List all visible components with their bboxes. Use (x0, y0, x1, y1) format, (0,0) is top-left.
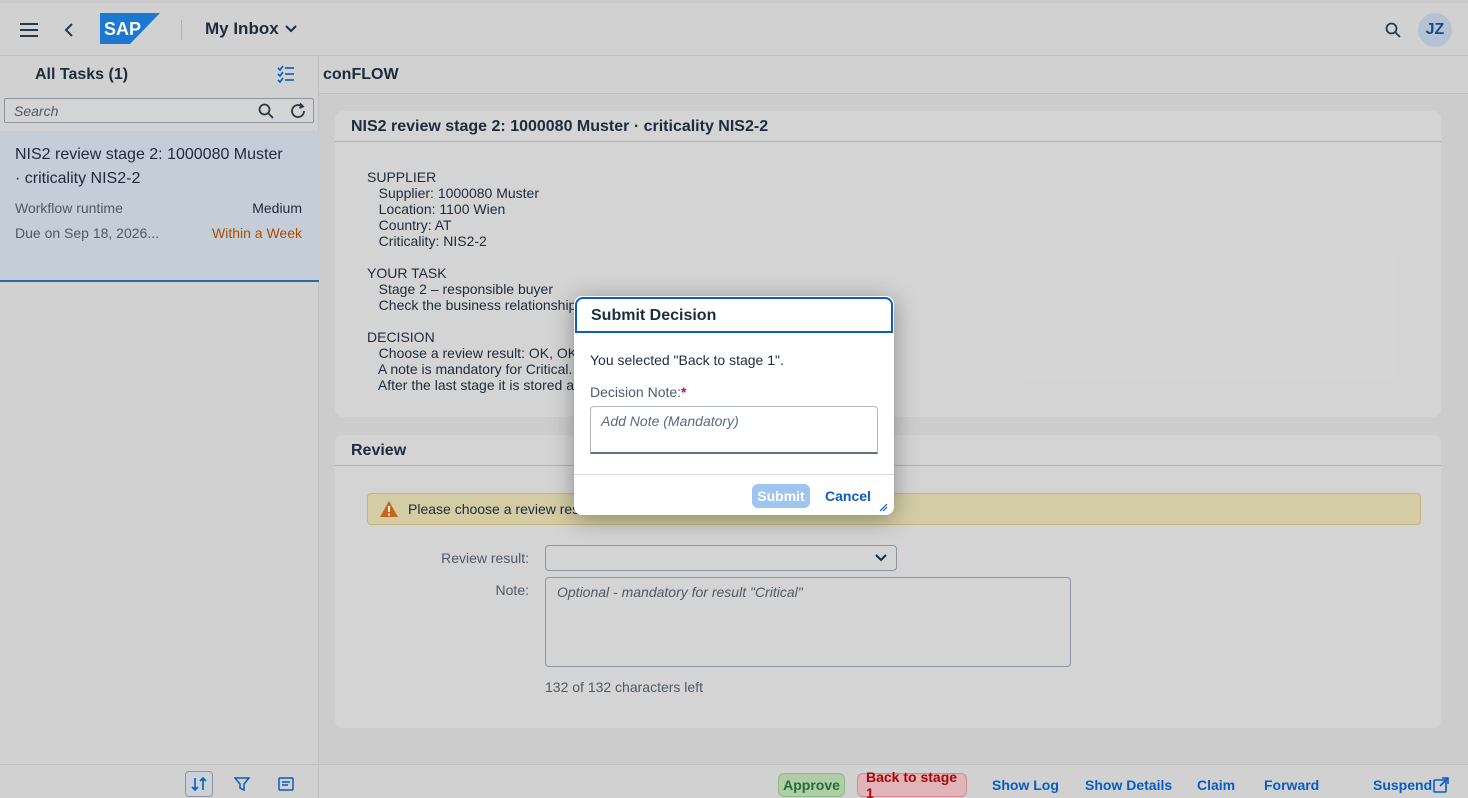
dialog-footer-divider (574, 474, 894, 475)
submit-decision-dialog: Submit Decision You selected "Back to st… (574, 296, 894, 515)
cancel-button[interactable]: Cancel (822, 484, 874, 508)
decision-note-placeholder: Add Note (Mandatory) (601, 413, 739, 429)
dialog-header: Submit Decision (575, 297, 893, 333)
required-marker: * (681, 384, 687, 400)
decision-note-input[interactable]: Add Note (Mandatory) (590, 406, 878, 454)
resize-handle-icon[interactable] (878, 499, 888, 512)
decision-note-label: Decision Note:* (590, 384, 687, 400)
dialog-title: Submit Decision (591, 307, 717, 324)
submit-button[interactable]: Submit (752, 484, 810, 508)
dialog-message: You selected "Back to stage 1". (590, 352, 784, 368)
